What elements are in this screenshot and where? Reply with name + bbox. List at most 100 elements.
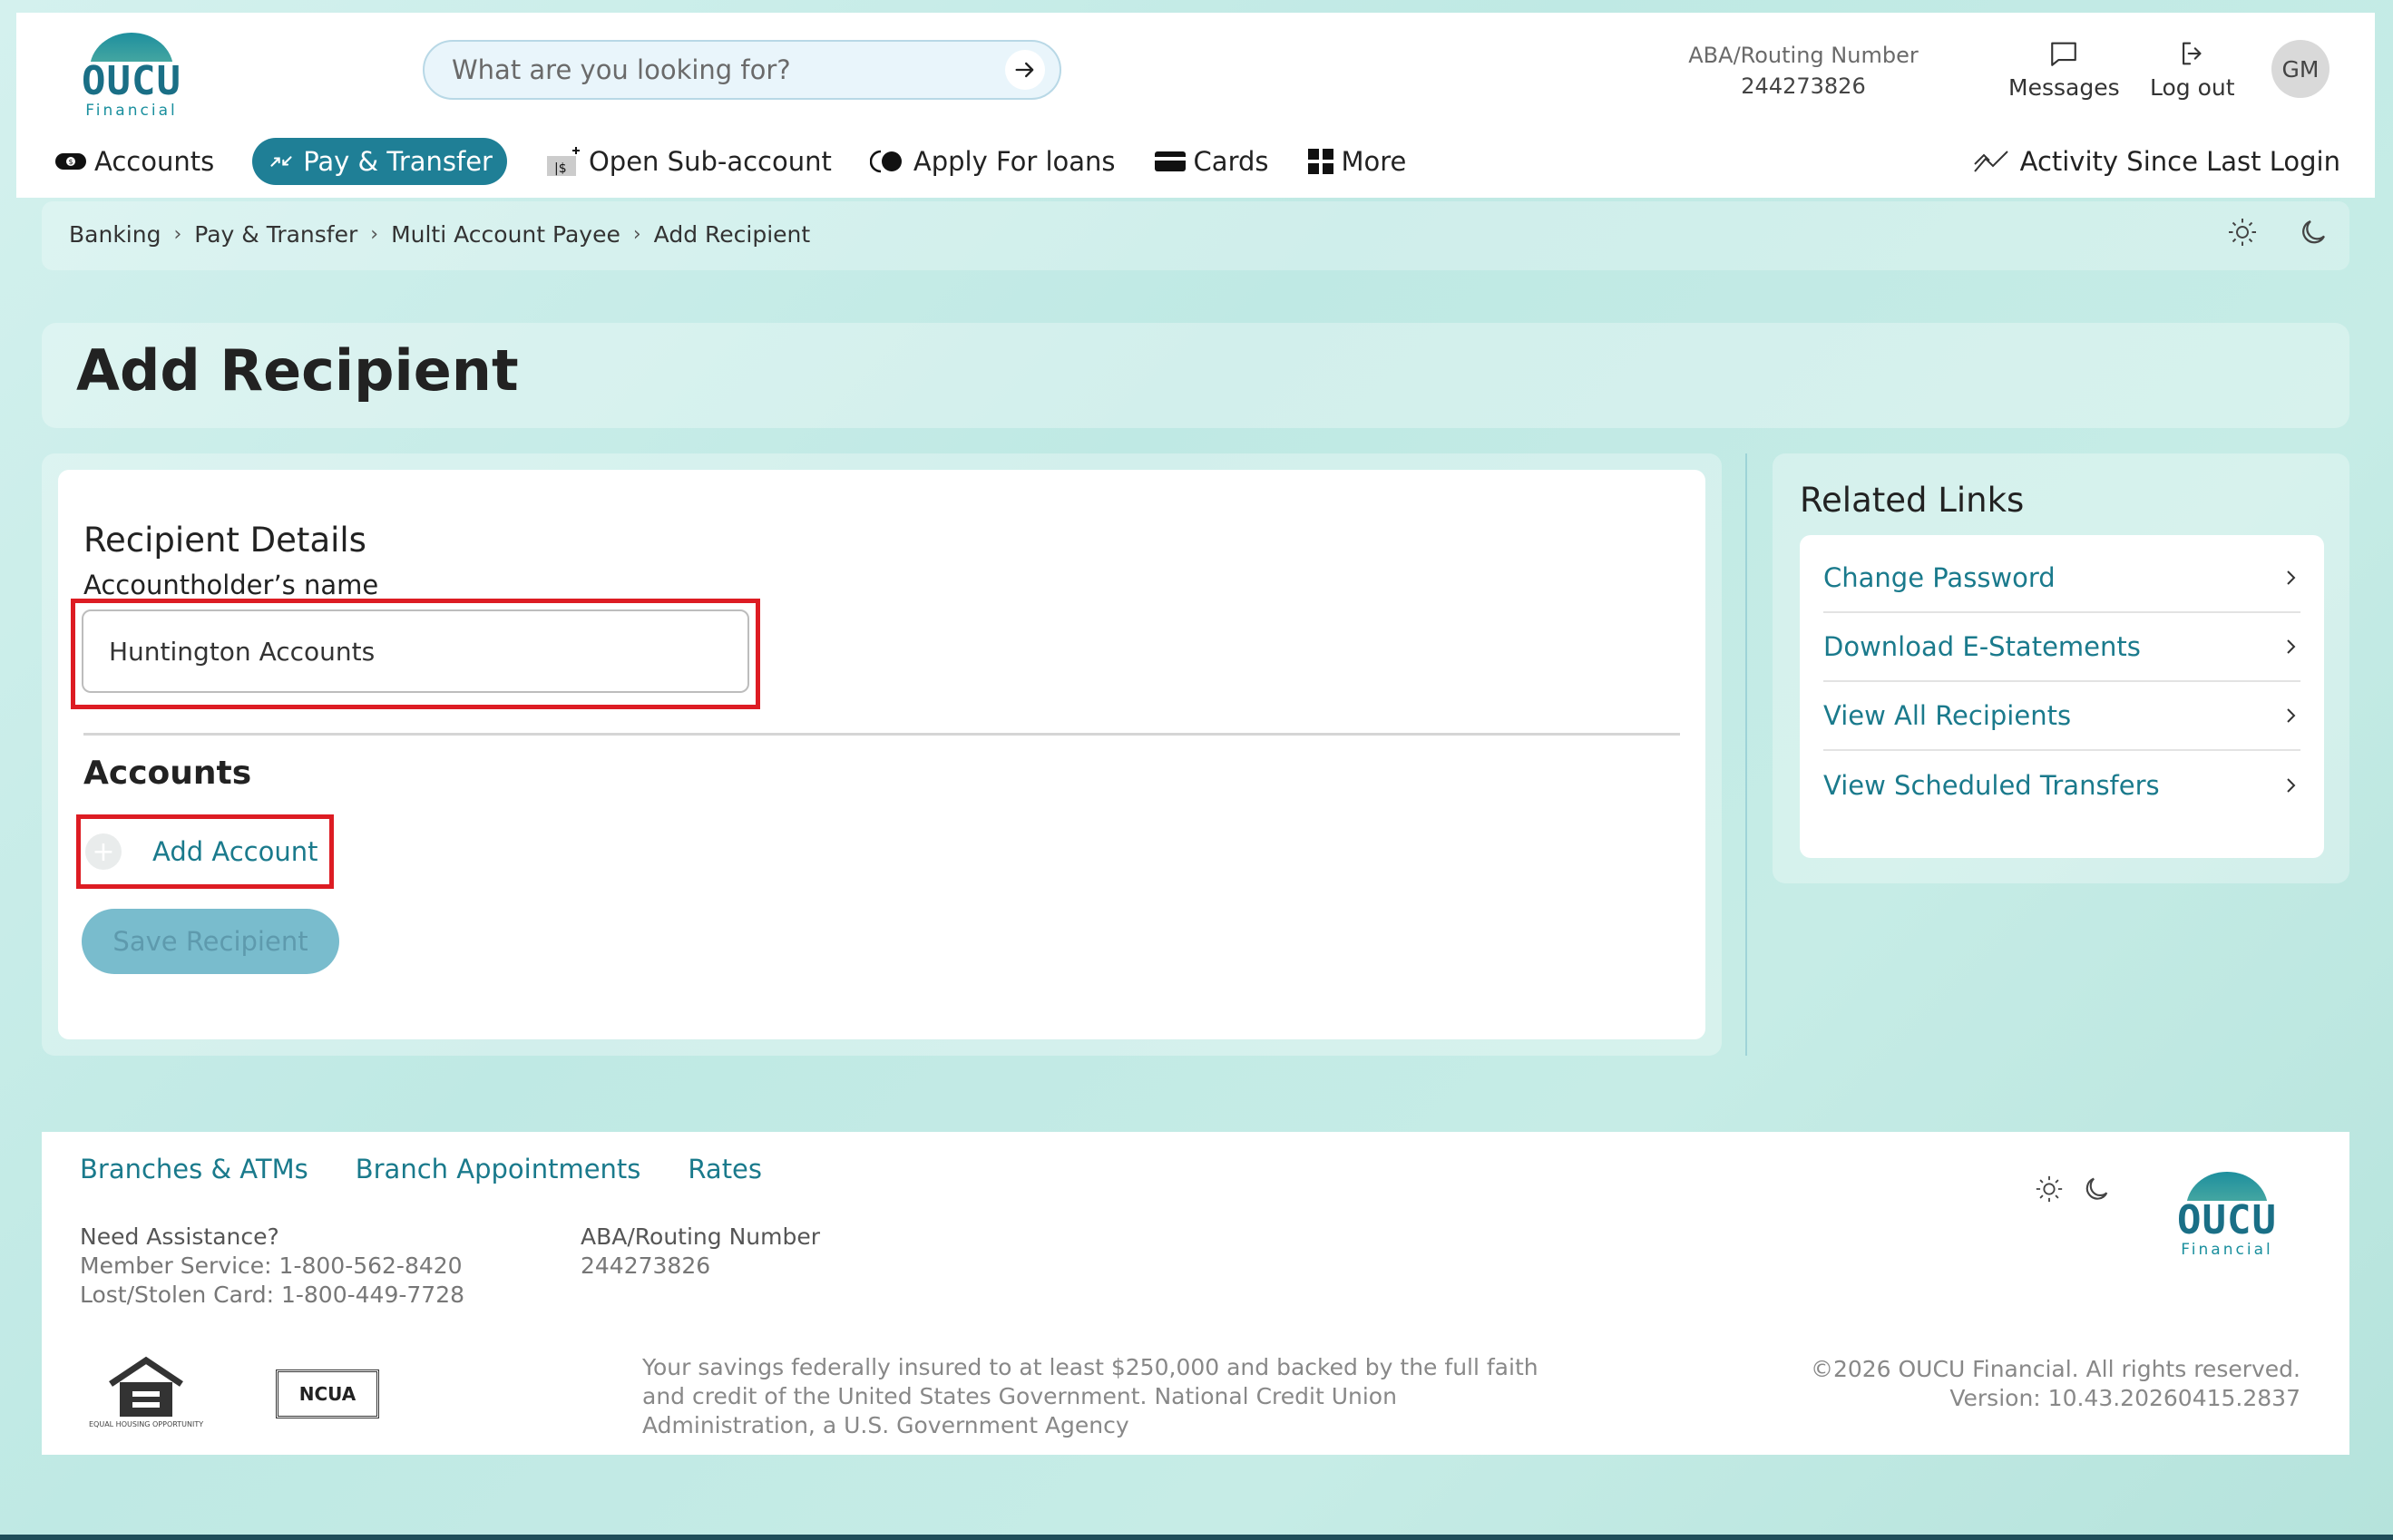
moon-icon[interactable]	[2081, 1174, 2112, 1204]
nav-pay-transfer[interactable]: Pay & Transfer	[252, 138, 507, 185]
breadcrumb-banking[interactable]: Banking	[69, 221, 161, 248]
activity-since-last-login[interactable]: Activity Since Last Login	[1973, 138, 2340, 185]
footer-links: Branches & ATMs Branch Appointments Rate…	[80, 1154, 762, 1184]
footer-oucu-logo: OUCU Financial	[2177, 1168, 2277, 1259]
equal-housing-label: EQUAL HOUSING OPPORTUNITY	[89, 1420, 204, 1428]
nav-more-label: More	[1341, 146, 1407, 177]
nav-apply-loans[interactable]: Apply For loans	[869, 138, 1116, 185]
related-links-panel: Related Links Change Password Download E…	[1773, 453, 2349, 883]
page-title: Add Recipient	[76, 337, 519, 404]
logo-word: OUCU	[82, 58, 181, 104]
avatar[interactable]: GM	[2271, 40, 2330, 98]
footer-link-branch-appointments[interactable]: Branch Appointments	[356, 1154, 641, 1184]
member-service-phone: Member Service: 1-800-562-8420	[80, 1252, 463, 1279]
sun-icon[interactable]	[2226, 216, 2259, 249]
logo-word: OUCU	[2177, 1197, 2277, 1243]
search-submit-button[interactable]	[1005, 50, 1045, 90]
logo-sub: Financial	[85, 102, 178, 120]
link-download-e-statements[interactable]: Download E-Statements	[1823, 613, 2300, 682]
ncua-logo: NCUA	[276, 1369, 379, 1418]
messages-label: Messages	[2008, 74, 2120, 101]
breadcrumb: Banking › Pay & Transfer › Multi Account…	[69, 221, 810, 248]
section-divider	[83, 733, 1680, 736]
save-recipient-button[interactable]: Save Recipient	[82, 909, 339, 974]
breadcrumb-pay-transfer[interactable]: Pay & Transfer	[194, 221, 357, 248]
nav-accounts[interactable]: $ Accounts	[54, 138, 214, 185]
nav-more[interactable]: More	[1307, 138, 1407, 185]
search-input[interactable]: What are you looking for?	[452, 54, 1005, 85]
logout-label: Log out	[2150, 74, 2235, 101]
page-title-bar: Add Recipient	[42, 323, 2349, 428]
chevron-right-icon	[2287, 570, 2296, 585]
link-view-scheduled-transfers[interactable]: View Scheduled Transfers	[1823, 751, 2300, 820]
link-label: Download E-Statements	[1823, 631, 2141, 662]
card-icon	[1154, 151, 1186, 171]
footer: Branches & ATMs Branch Appointments Rate…	[42, 1132, 2349, 1455]
breadcrumb-add-recipient: Add Recipient	[653, 221, 811, 248]
chevron-right-icon: ›	[370, 223, 379, 246]
footer-theme-toggle	[2034, 1174, 2112, 1204]
logo-sub: Financial	[2181, 1241, 2273, 1259]
sun-icon[interactable]	[2034, 1174, 2065, 1204]
recipient-details-title: Recipient Details	[83, 521, 366, 560]
messages-button[interactable]: Messages	[2008, 38, 2120, 101]
chevron-right-icon	[2287, 639, 2296, 654]
add-account-label: Add Account	[152, 836, 318, 867]
svg-text:$: $	[68, 158, 73, 166]
footer-routing: ABA/Routing Number 244273826	[581, 1223, 820, 1281]
cash-icon: $	[55, 153, 86, 170]
oucu-logo[interactable]: OUCU Financial	[82, 29, 181, 120]
link-view-all-recipients[interactable]: View All Recipients	[1823, 682, 2300, 751]
top-header: OUCU Financial What are you looking for?…	[16, 13, 2375, 198]
copyright-text: ©2026 OUCU Financial. All rights reserve…	[1810, 1356, 2300, 1382]
moon-icon[interactable]	[2297, 216, 2330, 249]
copyright-info: ©2026 OUCU Financial. All rights reserve…	[1811, 1355, 2300, 1413]
link-label: View All Recipients	[1823, 700, 2072, 731]
related-links-list: Change Password Download E-Statements Vi…	[1800, 535, 2324, 858]
footer-routing-label: ABA/Routing Number	[581, 1223, 821, 1250]
link-change-password[interactable]: Change Password	[1823, 544, 2300, 613]
add-account-button[interactable]: + Add Account	[85, 824, 317, 880]
logo-arc-icon	[2179, 1168, 2275, 1201]
message-icon	[2051, 42, 2077, 66]
chevron-right-icon: ›	[632, 223, 641, 246]
recipient-form-wrapper: Recipient Details Accountholder’s name A…	[42, 453, 1722, 1056]
chevron-right-icon: ›	[173, 223, 182, 246]
link-label: View Scheduled Transfers	[1823, 770, 2160, 801]
svg-text:|$: |$	[554, 161, 567, 176]
lost-card-phone: Lost/Stolen Card: 1-800-449-7728	[80, 1282, 464, 1308]
breadcrumb-bar: Banking › Pay & Transfer › Multi Account…	[42, 201, 2349, 270]
footer-link-rates[interactable]: Rates	[688, 1154, 762, 1184]
related-links-title: Related Links	[1800, 481, 2025, 520]
sub-account-icon: |$	[546, 147, 580, 176]
chevron-right-icon	[2287, 778, 2296, 793]
insurance-disclaimer: Your savings federally insured to at lea…	[642, 1354, 1538, 1438]
recipient-form-card: Recipient Details Accountholder’s name A…	[58, 470, 1705, 1039]
theme-toggle	[2226, 216, 2330, 249]
loan-icon	[869, 150, 902, 173]
nav-pay-transfer-label: Pay & Transfer	[303, 146, 493, 177]
footer-link-branches-atms[interactable]: Branches & ATMs	[80, 1154, 308, 1184]
chevron-right-icon	[2287, 708, 2296, 723]
bottom-edge-bar	[0, 1535, 2393, 1540]
routing-number-header: ABA/Routing Number 244273826	[1649, 40, 1958, 102]
assistance-title: Need Assistance?	[80, 1223, 279, 1250]
logout-button[interactable]: Log out	[2150, 38, 2235, 101]
accountholder-name-label: Accountholder’s name	[83, 570, 379, 600]
accountholder-name-input[interactable]	[82, 609, 749, 693]
assistance-info: Need Assistance? Member Service: 1-800-5…	[80, 1223, 464, 1310]
nav-accounts-label: Accounts	[94, 146, 215, 177]
main-nav: $ Accounts Pay & Transfer |$ Open Sub-ac…	[54, 138, 1444, 185]
equal-housing-logo: EQUAL HOUSING OPPORTUNITY	[89, 1355, 203, 1428]
trend-icon	[1973, 151, 2008, 172]
breadcrumb-multi-account-payee[interactable]: Multi Account Payee	[391, 221, 620, 248]
transfer-icon	[270, 156, 292, 167]
logout-icon	[2182, 42, 2202, 65]
routing-label: ABA/Routing Number	[1688, 43, 1919, 68]
grid-icon	[1307, 149, 1333, 174]
nav-open-sub-account[interactable]: |$ Open Sub-account	[545, 138, 832, 185]
search-box[interactable]: What are you looking for?	[423, 40, 1061, 100]
nav-cards[interactable]: Cards	[1154, 138, 1269, 185]
nav-apply-loans-label: Apply For loans	[913, 146, 1116, 177]
version-text: Version: 10.43.20260415.2837	[1949, 1385, 2300, 1411]
